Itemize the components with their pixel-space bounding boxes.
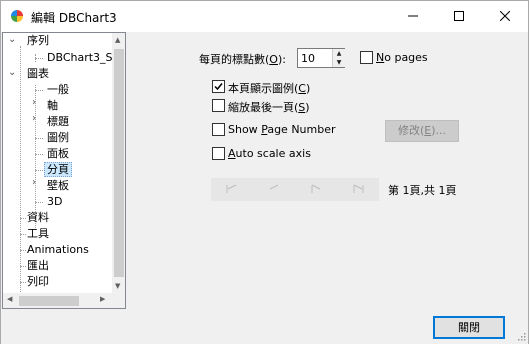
- tree-item-animations[interactable]: Animations: [25, 242, 91, 258]
- tree-item-data[interactable]: 資料: [25, 210, 51, 226]
- last-page-icon[interactable]: [351, 182, 365, 196]
- tree-horizontal-scrollbar[interactable]: ◀ ▶: [3, 293, 112, 308]
- tree-item-tools[interactable]: 工具: [25, 226, 51, 242]
- close-icon: [500, 11, 510, 21]
- tree-item-legend[interactable]: 圖例: [45, 130, 71, 146]
- maximize-button[interactable]: [436, 1, 482, 32]
- previous-page-icon[interactable]: [267, 182, 281, 196]
- scroll-left-arrow-icon[interactable]: ◀: [7, 295, 12, 303]
- tree-item-dbchart3-series[interactable]: DBChart3_Se: [45, 50, 112, 66]
- minimize-button[interactable]: [390, 1, 436, 32]
- minimize-icon: [408, 15, 418, 17]
- chevron-down-icon[interactable]: ⌄: [8, 34, 16, 45]
- scroll-down-arrow-icon[interactable]: ▼: [115, 282, 120, 290]
- title-bar: 編輯 DBChart3: [1, 1, 528, 32]
- tree-item-export[interactable]: 匯出: [25, 258, 51, 274]
- tree-vertical-scrollbar[interactable]: ▲ ▼: [112, 33, 125, 293]
- tree-content: ⌄ 序列 DBChart3_Se ⌄ 圖表 一般 › 軸 › 標題 圖例 面板 …: [3, 33, 112, 293]
- show-legend-checkbox[interactable]: [212, 80, 225, 93]
- scroll-up-arrow-icon[interactable]: ▲: [115, 36, 120, 44]
- scale-last-page-label[interactable]: 縮放最後一頁(S): [228, 99, 310, 115]
- app-icon: [11, 10, 23, 22]
- tree-item-chart[interactable]: 圖表: [25, 66, 51, 82]
- checkmark-icon: [214, 83, 223, 91]
- scroll-right-arrow-icon[interactable]: ▶: [100, 295, 105, 303]
- auto-scale-axis-label[interactable]: Auto scale axis: [228, 147, 311, 160]
- spin-up-icon[interactable]: ▲: [333, 49, 345, 58]
- page-navigator: [211, 178, 379, 201]
- horizontal-scroll-thumb[interactable]: [19, 296, 79, 306]
- modify-button[interactable]: 修改(E)...: [385, 120, 459, 142]
- points-per-page-spinner[interactable]: 10 ▲ ▼: [297, 48, 345, 68]
- no-pages-label[interactable]: No pages: [376, 51, 428, 64]
- tree-item-print[interactable]: 列印: [25, 274, 51, 290]
- chevron-right-icon[interactable]: ›: [32, 177, 36, 188]
- chevron-right-icon[interactable]: ›: [32, 97, 36, 108]
- chevron-down-icon[interactable]: ⌄: [8, 67, 16, 78]
- tree-item-paging[interactable]: 分頁: [44, 162, 72, 178]
- resize-grip-icon[interactable]: [516, 331, 526, 341]
- tree-item-axis[interactable]: 軸: [45, 98, 60, 114]
- maximize-icon: [454, 11, 464, 21]
- close-window-button[interactable]: [482, 1, 528, 32]
- show-page-number-label[interactable]: Show Page Number: [228, 123, 336, 136]
- page-status: 第 1頁,共 1頁: [388, 184, 457, 197]
- points-per-page-label: 每頁的標點數(O):: [199, 53, 286, 66]
- tree-item-titles[interactable]: 標題: [45, 114, 71, 130]
- show-page-number-checkbox[interactable]: [212, 123, 225, 136]
- no-pages-checkbox[interactable]: [360, 51, 373, 64]
- editor-window: 編輯 DBChart3 ⌄ 序列 DBChart3_Se ⌄ 圖表 一般 › 軸…: [0, 0, 529, 344]
- vertical-scroll-thumb[interactable]: [114, 49, 124, 277]
- tree-item-series[interactable]: 序列: [25, 33, 51, 49]
- settings-tree: ⌄ 序列 DBChart3_Se ⌄ 圖表 一般 › 軸 › 標題 圖例 面板 …: [2, 32, 126, 309]
- close-button[interactable]: 關閉: [433, 316, 505, 339]
- chevron-right-icon[interactable]: ›: [32, 113, 36, 124]
- tree-item-panel[interactable]: 面板: [45, 146, 71, 162]
- scrollbar-corner: [112, 293, 125, 308]
- window-title: 編輯 DBChart3: [31, 11, 117, 25]
- tree-item-3d[interactable]: 3D: [45, 194, 64, 210]
- show-legend-label[interactable]: 本頁顯示圖例(C): [228, 80, 310, 96]
- tree-item-walls[interactable]: 壁板: [45, 178, 71, 194]
- next-page-icon[interactable]: [309, 182, 323, 196]
- auto-scale-axis-checkbox[interactable]: [212, 147, 225, 160]
- first-page-icon[interactable]: [225, 182, 239, 196]
- tree-item-general[interactable]: 一般: [45, 82, 71, 98]
- points-per-page-input[interactable]: 10: [301, 52, 315, 65]
- spin-down-icon[interactable]: ▼: [333, 58, 345, 67]
- scale-last-page-checkbox[interactable]: [212, 99, 225, 112]
